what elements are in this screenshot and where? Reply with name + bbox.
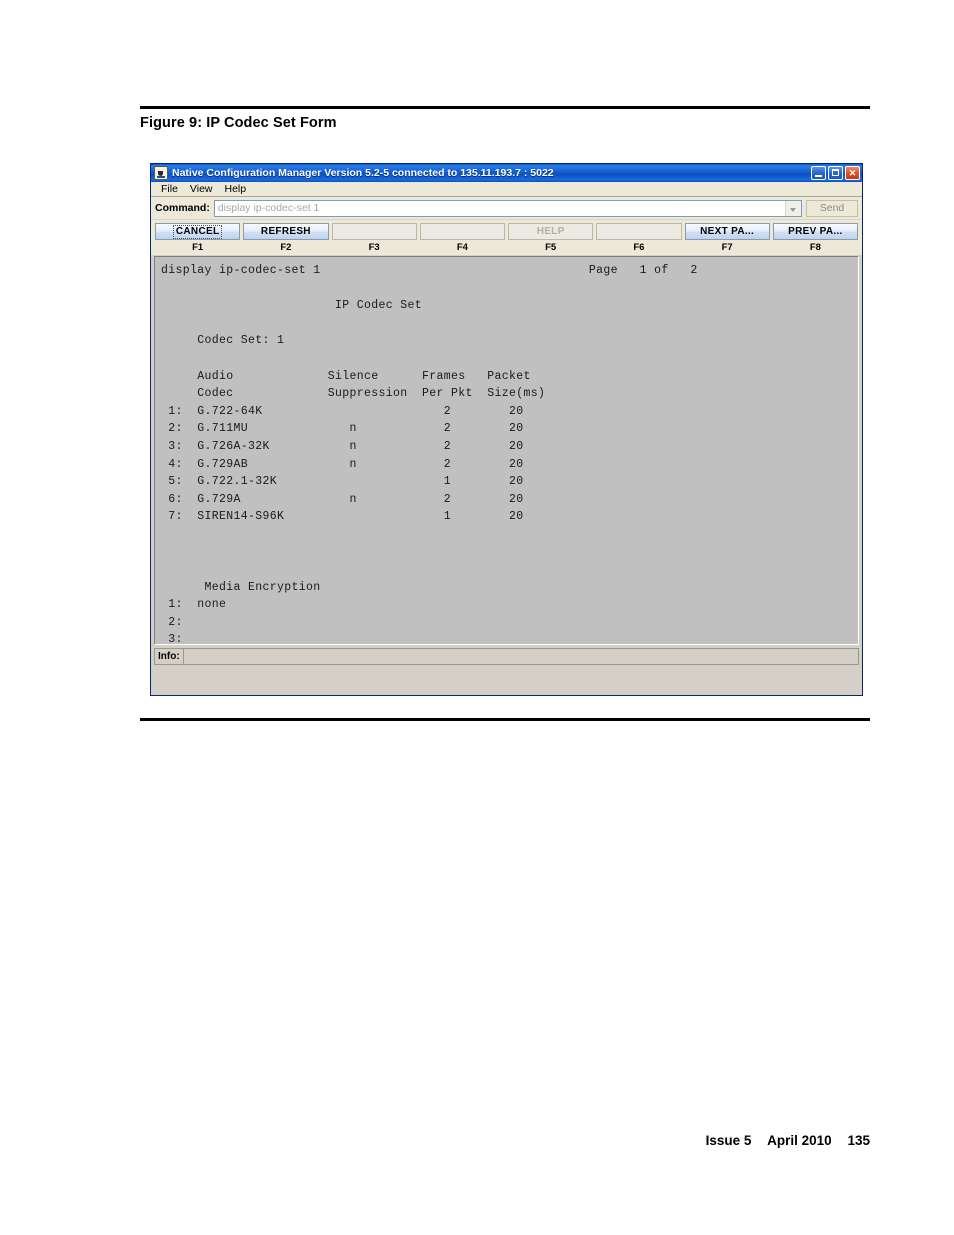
page-top-rule — [140, 106, 870, 109]
function-key-row: CANCEL F1 REFRESH F2 F3 F4 HELP F5 F6 NE… — [155, 223, 858, 254]
f3-button[interactable] — [331, 223, 417, 240]
f4-button[interactable] — [419, 223, 505, 240]
page-bottom-rule — [140, 718, 870, 721]
send-button[interactable]: Send — [806, 199, 858, 217]
function-key-cell-f2: REFRESH F2 — [243, 223, 329, 254]
cancel-button-label: CANCEL — [172, 225, 223, 239]
command-bar: Command: display ip-codec-set 1 Send — [151, 197, 862, 220]
maximize-icon — [829, 167, 842, 179]
function-key-cell-f4: F4 — [419, 223, 505, 254]
function-key-cell-f8: PREV PA... F8 — [772, 223, 858, 254]
function-key-label-f8: F8 — [809, 242, 821, 253]
function-key-label-f6: F6 — [633, 242, 645, 253]
window-controls: ✕ — [811, 166, 860, 180]
next-page-button[interactable]: NEXT PA... — [684, 223, 770, 240]
function-key-cell-f5: HELP F5 — [508, 223, 594, 254]
menu-bar: File View Help — [151, 182, 862, 197]
close-button[interactable]: ✕ — [845, 166, 860, 180]
footer-issue: Issue 5 — [705, 1133, 752, 1148]
function-key-cell-f6: F6 — [596, 223, 682, 254]
function-key-cell-f7: NEXT PA... F7 — [684, 223, 770, 254]
prev-page-button[interactable]: PREV PA... — [772, 223, 858, 240]
footer-date: April 2010 — [767, 1133, 832, 1148]
f6-button[interactable] — [596, 223, 682, 240]
info-bar: Info: — [154, 648, 859, 665]
cancel-button[interactable]: CANCEL — [155, 223, 241, 240]
menu-item-help[interactable]: Help — [219, 183, 253, 196]
page-footer: Issue 5 April 2010 135 — [0, 1133, 870, 1148]
refresh-button[interactable]: REFRESH — [243, 223, 329, 240]
function-key-label-f4: F4 — [456, 242, 468, 253]
function-key-label-f7: F7 — [721, 242, 733, 253]
info-label: Info: — [154, 648, 184, 665]
command-input[interactable]: display ip-codec-set 1 — [215, 201, 785, 216]
close-icon: ✕ — [848, 168, 857, 178]
function-key-label-f2: F2 — [280, 242, 292, 253]
menu-item-file[interactable]: File — [155, 183, 184, 196]
command-combobox[interactable]: display ip-codec-set 1 — [213, 199, 802, 217]
command-label: Command: — [155, 202, 210, 214]
java-coffee-cup-icon — [154, 166, 168, 180]
help-button[interactable]: HELP — [508, 223, 594, 240]
figure-caption: Figure 9: IP Codec Set Form — [140, 115, 337, 131]
function-key-label-f3: F3 — [368, 242, 380, 253]
application-window: Native Configuration Manager Version 5.2… — [150, 163, 863, 696]
function-key-cell-f1: CANCEL F1 — [155, 223, 241, 254]
terminal-panel[interactable]: display ip-codec-set 1 Page 1 of 2 IP Co… — [154, 256, 859, 645]
minimize-icon — [812, 167, 825, 179]
function-key-bar: CANCEL F1 REFRESH F2 F3 F4 HELP F5 F6 NE… — [151, 220, 862, 255]
minimize-button[interactable] — [811, 166, 826, 180]
info-field[interactable] — [183, 648, 859, 665]
footer-page-number: 135 — [847, 1133, 870, 1148]
chevron-down-icon[interactable] — [785, 200, 801, 216]
menu-item-view[interactable]: View — [184, 183, 219, 196]
function-key-label-f5: F5 — [545, 242, 557, 253]
window-titlebar[interactable]: Native Configuration Manager Version 5.2… — [151, 164, 862, 182]
window-title: Native Configuration Manager Version 5.2… — [172, 167, 554, 179]
function-key-label-f1: F1 — [192, 242, 204, 253]
terminal-content[interactable]: display ip-codec-set 1 Page 1 of 2 IP Co… — [155, 257, 858, 644]
function-key-cell-f3: F3 — [331, 223, 417, 254]
maximize-button[interactable] — [828, 166, 843, 180]
